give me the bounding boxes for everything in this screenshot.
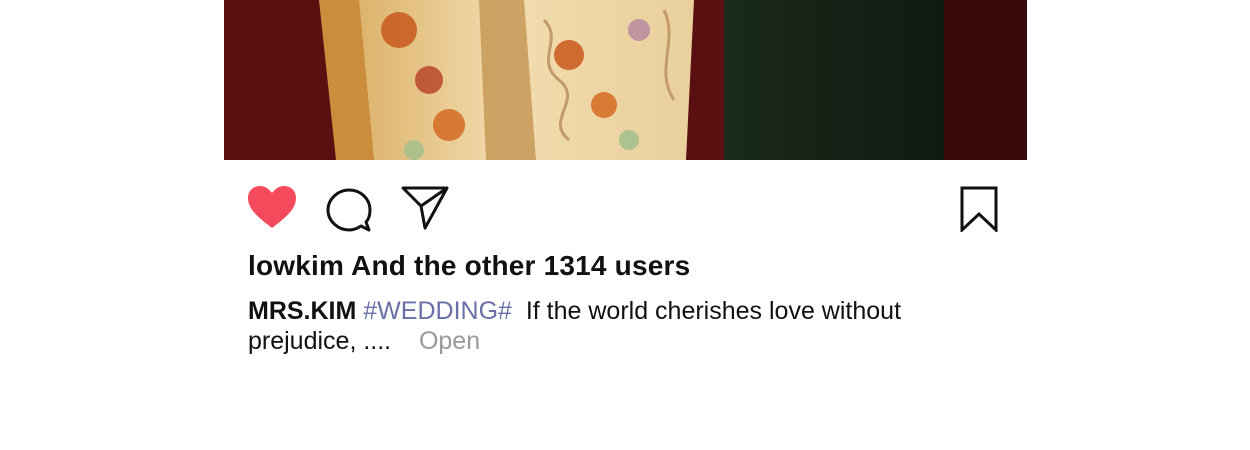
comment-button[interactable]: [326, 188, 372, 234]
caption-text-line2: prejudice, ....: [248, 327, 392, 355]
post-card: lowkim And the other 1314 users MRS.KIM …: [224, 0, 1027, 450]
heart-filled-icon: [248, 186, 296, 228]
post-caption: MRS.KIM #WEDDING# If the world cherishes…: [248, 296, 948, 356]
post-photo-art: [224, 0, 1027, 160]
paper-plane-icon: [401, 186, 449, 230]
post-photo[interactable]: [224, 0, 1027, 160]
likes-summary[interactable]: lowkim And the other 1314 users: [248, 250, 690, 282]
save-button[interactable]: [960, 186, 998, 232]
caption-hashtag[interactable]: #WEDDING#: [363, 297, 512, 325]
comment-bubble-icon: [326, 188, 372, 232]
caption-text-line1: If the world cherishes love without: [525, 297, 902, 325]
share-button[interactable]: [401, 186, 449, 230]
caption-author[interactable]: MRS.KIM: [248, 297, 356, 325]
post-actions-bar: [224, 160, 1027, 240]
like-button[interactable]: [248, 186, 296, 230]
bookmark-icon: [960, 186, 998, 232]
caption-open-link[interactable]: Open: [419, 327, 480, 355]
